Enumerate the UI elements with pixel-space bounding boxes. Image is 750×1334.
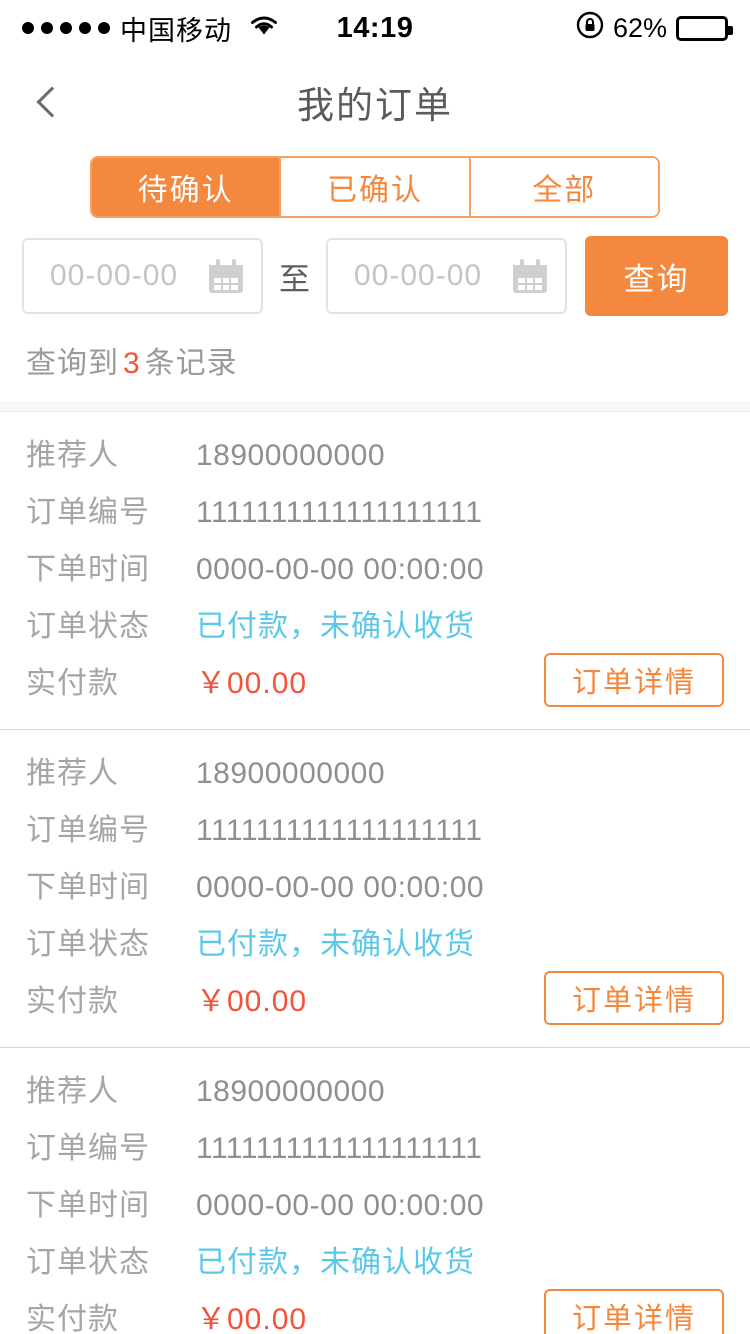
order-time-row: 下单时间 0000-00-00 00:00:00: [0, 862, 750, 919]
referrer-value: 18900000000: [196, 439, 386, 472]
order-status-row: 订单状态 已付款，未确认收货: [0, 919, 750, 976]
carrier-label: 中国移动: [120, 15, 232, 46]
order-referrer-row: 推荐人 18900000000: [0, 430, 750, 487]
order-card[interactable]: 推荐人 18900000000 订单编号 1111111111111111111…: [0, 730, 750, 1048]
referrer-value: 18900000000: [196, 1075, 386, 1108]
navigation-bar: 我的订单: [0, 56, 750, 148]
result-count-suffix: 条记录: [144, 347, 238, 380]
battery-percentage: 62%: [612, 12, 667, 43]
order-number-value: 1111111111111111111: [196, 1132, 483, 1165]
order-status-row: 订单状态 已付款，未确认收货: [0, 601, 750, 658]
result-count-prefix: 查询到: [26, 347, 119, 380]
paid-amount-value: ￥00.00: [196, 985, 308, 1018]
order-detail-button[interactable]: 订单详情: [544, 1289, 724, 1334]
date-range-separator: 至: [279, 261, 310, 297]
order-card[interactable]: 推荐人 18900000000 订单编号 1111111111111111111…: [0, 412, 750, 730]
status-bar-right: 62%: [576, 11, 733, 46]
back-button[interactable]: [18, 72, 78, 132]
signal-strength-dots: [22, 22, 110, 34]
order-time-row: 下单时间 0000-00-00 00:00:00: [0, 544, 750, 601]
order-number-row: 订单编号 1111111111111111111: [0, 487, 750, 544]
order-status-label: 订单状态: [26, 1246, 150, 1279]
tab-bar: 待确认 已确认 全部: [0, 148, 750, 218]
paid-amount-value: ￥00.00: [196, 1303, 308, 1334]
referrer-label: 推荐人: [26, 1075, 119, 1108]
order-time-value: 0000-00-00 00:00:00: [196, 553, 485, 586]
order-time-value: 0000-00-00 00:00:00: [196, 871, 485, 904]
paid-amount-label: 实付款: [26, 667, 119, 700]
order-time-label: 下单时间: [26, 553, 150, 586]
order-detail-button[interactable]: 订单详情: [544, 653, 724, 707]
wifi-icon: [248, 13, 280, 44]
result-count-number: 3: [123, 347, 141, 380]
order-time-label: 下单时间: [26, 1189, 150, 1222]
order-status-label: 订单状态: [26, 610, 150, 643]
order-number-label: 订单编号: [26, 814, 150, 847]
tab-pending-confirm[interactable]: 待确认: [92, 158, 282, 216]
order-referrer-row: 推荐人 18900000000: [0, 748, 750, 805]
paid-amount-label: 实付款: [26, 985, 119, 1018]
order-number-value: 1111111111111111111: [196, 496, 483, 529]
status-badge: 已付款，未确认收货: [196, 928, 475, 961]
search-filter-row: 00-00-00 至 00-00-00 查询: [0, 218, 750, 316]
order-time-row: 下单时间 0000-00-00 00:00:00: [0, 1180, 750, 1237]
status-badge: 已付款，未确认收货: [196, 610, 475, 643]
status-badge: 已付款，未确认收货: [196, 1246, 475, 1279]
start-date-input[interactable]: 00-00-00: [22, 238, 263, 314]
order-referrer-row: 推荐人 18900000000: [0, 1066, 750, 1123]
battery-icon: [676, 15, 733, 41]
tab-all[interactable]: 全部: [470, 158, 658, 216]
order-number-value: 1111111111111111111: [196, 814, 483, 847]
section-divider: [0, 402, 750, 412]
referrer-label: 推荐人: [26, 757, 119, 790]
order-status-label: 订单状态: [26, 928, 150, 961]
end-date-input[interactable]: 00-00-00: [326, 238, 567, 314]
status-bar: 中国移动 14:19 62%: [0, 0, 750, 56]
status-bar-left: 中国移动: [22, 9, 280, 48]
result-count-text: 查询到 3 条记录: [0, 316, 750, 402]
calendar-icon[interactable]: [209, 259, 243, 293]
order-detail-button[interactable]: 订单详情: [544, 971, 724, 1025]
order-number-label: 订单编号: [26, 496, 150, 529]
order-number-label: 订单编号: [26, 1132, 150, 1165]
order-time-value: 0000-00-00 00:00:00: [196, 1189, 485, 1222]
order-status-row: 订单状态 已付款，未确认收货: [0, 1237, 750, 1294]
chevron-left-icon: [36, 86, 68, 118]
rotation-lock-icon: [576, 11, 604, 46]
calendar-icon[interactable]: [513, 259, 547, 293]
order-card[interactable]: 推荐人 18900000000 订单编号 1111111111111111111…: [0, 1048, 750, 1334]
order-list: 推荐人 18900000000 订单编号 1111111111111111111…: [0, 412, 750, 1334]
query-button[interactable]: 查询: [585, 236, 728, 316]
end-date-placeholder: 00-00-00: [354, 259, 483, 292]
referrer-value: 18900000000: [196, 757, 386, 790]
page-title: 我的订单: [297, 85, 453, 126]
order-time-label: 下单时间: [26, 871, 150, 904]
order-number-row: 订单编号 1111111111111111111: [0, 1123, 750, 1180]
paid-amount-value: ￥00.00: [196, 667, 308, 700]
order-number-row: 订单编号 1111111111111111111: [0, 805, 750, 862]
start-date-placeholder: 00-00-00: [50, 259, 179, 292]
referrer-label: 推荐人: [26, 439, 119, 472]
tab-confirmed[interactable]: 已确认: [281, 158, 471, 216]
paid-amount-label: 实付款: [26, 1303, 119, 1334]
